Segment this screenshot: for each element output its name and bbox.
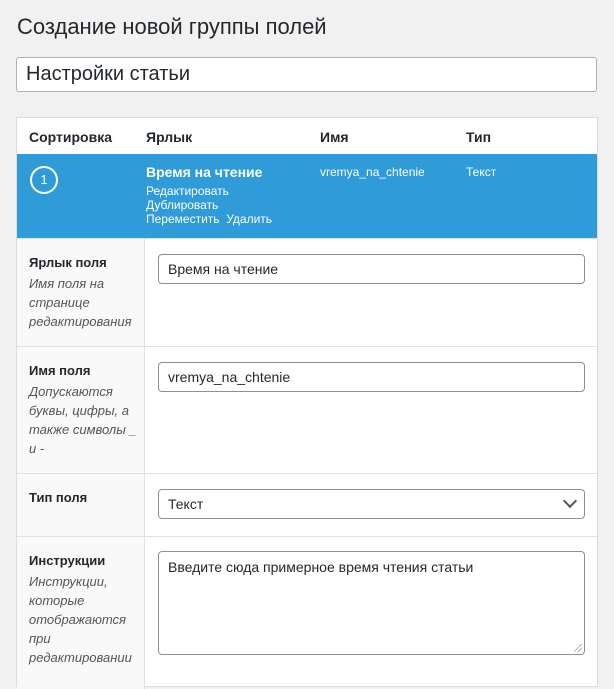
field-type-selected: Текст bbox=[168, 496, 204, 512]
field-row-type: Текст bbox=[466, 165, 497, 179]
field-instructions-value: Введите сюда примерное время чтения стат… bbox=[168, 559, 474, 575]
column-header-order: Сортировка bbox=[29, 129, 112, 145]
column-header-label: Ярлык bbox=[146, 129, 193, 145]
setting-type-cell: Тип поля bbox=[17, 474, 145, 537]
setting-row-label: Ярлык поля Имя поля на странице редактир… bbox=[17, 238, 597, 347]
resize-handle-icon[interactable] bbox=[574, 644, 582, 652]
setting-row-instructions: Инструкции Инструкции, которые отображаю… bbox=[17, 536, 597, 689]
edit-field-link[interactable]: Редактировать bbox=[146, 184, 229, 198]
column-header-name: Имя bbox=[320, 129, 349, 145]
field-name-input[interactable]: vremya_na_chtenie bbox=[158, 362, 585, 392]
field-row[interactable]: 1 Время на чтение Редактировать Дублиров… bbox=[17, 154, 597, 238]
page-title: Создание новой группы полей bbox=[17, 14, 327, 39]
setting-name-cell: Имя поля Допускаются буквы, цифры, а так… bbox=[17, 347, 145, 474]
field-order-badge[interactable]: 1 bbox=[30, 166, 58, 194]
setting-label-description: Имя поля на странице редактирования bbox=[29, 276, 132, 329]
setting-label-cell: Ярлык поля Имя поля на странице редактир… bbox=[17, 239, 145, 347]
field-type-select[interactable]: Текст bbox=[158, 489, 585, 519]
setting-instructions-cell: Инструкции Инструкции, которые отображаю… bbox=[17, 537, 145, 689]
field-label-input[interactable]: Время на чтение bbox=[158, 254, 585, 284]
setting-instructions-description: Инструкции, которые отображаются при ред… bbox=[29, 574, 132, 665]
field-row-name: vremya_na_chtenie bbox=[320, 165, 425, 179]
setting-row-type: Тип поля Текст bbox=[17, 473, 597, 537]
column-header-type: Тип bbox=[466, 129, 492, 145]
group-title-input[interactable]: Настройки статьи bbox=[16, 57, 597, 92]
field-row-label[interactable]: Время на чтение bbox=[146, 164, 262, 180]
field-instructions-textarea[interactable]: Введите сюда примерное время чтения стат… bbox=[158, 551, 585, 655]
chevron-down-icon bbox=[562, 493, 578, 509]
setting-name-description: Допускаются буквы, цифры, а также символ… bbox=[29, 384, 137, 456]
move-field-link[interactable]: Переместить bbox=[146, 212, 220, 226]
setting-type-title: Тип поля bbox=[29, 490, 88, 505]
duplicate-field-link[interactable]: Дублировать bbox=[146, 198, 218, 212]
setting-name-title: Имя поля bbox=[29, 363, 91, 378]
setting-label-title: Ярлык поля bbox=[29, 255, 107, 270]
setting-instructions-title: Инструкции bbox=[29, 553, 106, 568]
fields-panel: Сортировка Ярлык Имя Тип 1 Время на чтен… bbox=[16, 117, 598, 689]
setting-row-name: Имя поля Допускаются буквы, цифры, а так… bbox=[17, 346, 597, 474]
field-row-actions: Редактировать Дублировать Переместить Уд… bbox=[146, 184, 272, 226]
delete-field-link[interactable]: Удалить bbox=[226, 212, 272, 226]
